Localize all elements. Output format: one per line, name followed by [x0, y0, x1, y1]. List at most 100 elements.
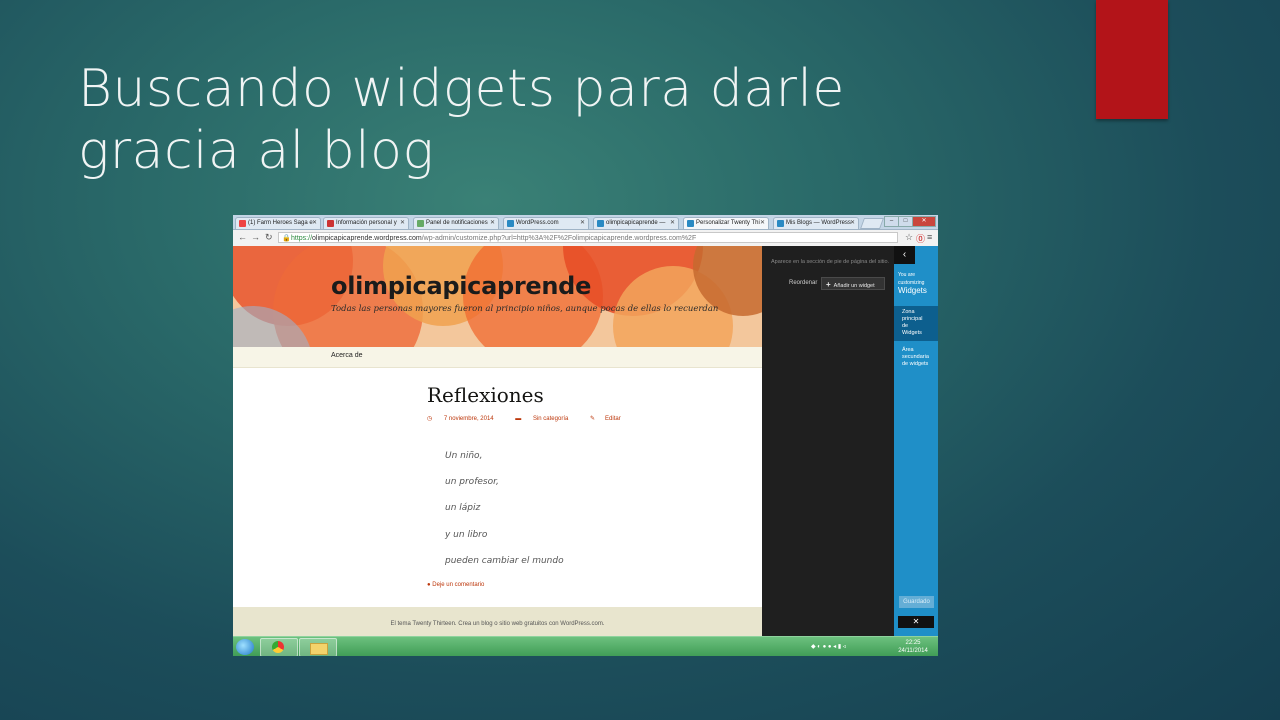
tab-informacion[interactable]: Información personal y ✕ — [323, 217, 409, 229]
customizing-header: You are customizing Widgets — [898, 271, 927, 295]
widget-area-description: Aparece en la sección de pie de página d… — [771, 259, 890, 265]
browser-screenshot: (1) Farm Heroes Saga e ✕ Información pers… — [233, 215, 938, 656]
post-date-text: 7 noviembre, 2014 — [443, 416, 494, 422]
back-arrow-icon[interactable]: ← — [238, 232, 247, 242]
post-edit-link[interactable]: ✎ Editar — [590, 416, 631, 422]
chrome-taskbar-icon[interactable] — [260, 638, 298, 656]
post-category[interactable]: ▬ Sin categoría — [515, 416, 578, 422]
post-title[interactable]: Reflexiones — [427, 383, 544, 407]
wordpress-icon — [507, 220, 514, 227]
tray-icons[interactable]: ◆ ◐ ● ● ◂ ▮ ◃ — [811, 644, 846, 650]
reorder-link[interactable]: Reordenar — [789, 280, 817, 286]
post-edit-text: Editar — [605, 416, 621, 422]
saved-button[interactable]: Guardado — [899, 596, 934, 608]
section-title: Widgets — [898, 286, 927, 295]
zone-primary-label: Zona principal de Widgets — [902, 309, 923, 336]
close-window-button[interactable]: ✕ — [912, 216, 936, 227]
tab-olimpica[interactable]: olimpicapicaprende — ✕ — [593, 217, 679, 229]
tab-panel-notificaciones[interactable]: Panel de notificaciones ✕ — [413, 217, 499, 229]
comment-link-text: Deje un comentario — [432, 582, 485, 588]
tab-label: WordPress.com — [516, 220, 559, 226]
url-path: /wp-admin/customize.php?url=http%3A%2F%2… — [421, 235, 697, 242]
close-tab-icon[interactable]: ✕ — [670, 218, 675, 229]
footer-text: El tema Twenty Thirteen. Crea un blog o … — [390, 621, 605, 627]
close-tab-icon[interactable]: ✕ — [850, 218, 855, 229]
tab-label: (1) Farm Heroes Saga e — [248, 220, 313, 226]
close-tab-icon[interactable]: ✕ — [490, 218, 495, 229]
verse-line: Un niño, — [445, 451, 483, 461]
windows-taskbar: ◆ ◐ ● ● ◂ ▮ ◃ 22:25 24/11/2014 — [233, 636, 938, 656]
lock-icon: 🔒 — [282, 235, 291, 242]
tab-label: olimpicapicaprende — — [606, 220, 666, 226]
address-bar: ← → ↻ 🔒 https://olimpicapicaprende.wordp… — [233, 230, 938, 247]
close-tab-icon[interactable]: ✕ — [400, 218, 405, 229]
url-scheme: https:// — [291, 235, 313, 242]
header-image: olimpicapicaprende Todas las personas ma… — [233, 246, 762, 347]
explorer-taskbar-icon[interactable] — [299, 638, 337, 656]
close-tab-icon[interactable]: ✕ — [580, 218, 585, 229]
tab-bar: (1) Farm Heroes Saga e ✕ Información pers… — [233, 215, 938, 230]
close-tab-icon[interactable]: ✕ — [312, 218, 317, 229]
tab-wordpress[interactable]: WordPress.com ✕ — [503, 217, 589, 229]
site-nav: Acerca de — [233, 347, 762, 368]
you-are-label: You are — [898, 272, 916, 278]
minimize-button[interactable]: – — [884, 216, 899, 227]
tab-label: Información personal y — [336, 220, 397, 226]
reload-icon[interactable]: ↻ — [265, 232, 273, 243]
tab-favicon-icon — [417, 220, 424, 227]
tab-favicon-icon — [239, 220, 246, 227]
post-date[interactable]: ◷ 7 noviembre, 2014 — [427, 416, 504, 422]
folder-icon: ▬ — [515, 416, 522, 422]
forward-arrow-icon[interactable]: → — [251, 232, 260, 242]
close-customizer-button[interactable]: ✕ — [898, 616, 934, 628]
tab-label: Panel de notificaciones — [426, 220, 488, 226]
zone-primary-widgets[interactable]: Zona principal de Widgets — [894, 306, 938, 341]
comment-link[interactable]: ● Deje un comentario — [427, 582, 484, 588]
start-button[interactable] — [236, 639, 254, 655]
area-secondary-widgets[interactable]: Área secundaria de widgets — [902, 347, 932, 368]
site-title[interactable]: olimpicapicaprende — [331, 272, 591, 300]
speech-bubble-icon: ● — [427, 582, 431, 588]
tab-farm-heroes[interactable]: (1) Farm Heroes Saga e ✕ — [235, 217, 321, 229]
verse-line: un profesor, — [445, 477, 499, 487]
new-tab-button[interactable] — [859, 218, 885, 229]
nav-item-acerca-de[interactable]: Acerca de — [331, 352, 363, 359]
wordpress-icon — [687, 220, 694, 227]
url-host: olimpicapicaprende.wordpress.com — [312, 235, 422, 242]
url-field[interactable]: 🔒 https://olimpicapicaprende.wordpress.c… — [278, 232, 898, 243]
tab-label: Mis Blogs — WordPress — [786, 220, 851, 226]
wordpress-icon — [777, 220, 784, 227]
slide-title: Buscando widgets para darle gracia al bl… — [78, 59, 845, 181]
tab-mis-blogs[interactable]: Mis Blogs — WordPress ✕ — [773, 217, 859, 229]
system-tray: ◆ ◐ ● ● ◂ ▮ ◃ — [811, 643, 846, 650]
clock-date: 24/11/2014 — [898, 648, 928, 654]
wordpress-icon — [597, 220, 604, 227]
widget-area-panel: Aparece en la sección de pie de página d… — [762, 246, 894, 636]
menu-icon[interactable]: ≡ — [927, 232, 932, 242]
verse-line: pueden cambiar el mundo — [445, 556, 564, 566]
accent-bar — [1096, 0, 1168, 119]
site-footer: El tema Twenty Thirteen. Crea un blog o … — [233, 607, 762, 636]
taskbar-clock[interactable]: 22:25 24/11/2014 — [893, 639, 933, 655]
verse-line: y un libro — [445, 530, 488, 540]
add-widget-label: Añadir un widget — [833, 283, 875, 289]
bookmark-star-icon[interactable]: ☆ — [905, 232, 913, 243]
plus-icon: + — [826, 280, 831, 289]
post-meta: ◷ 7 noviembre, 2014 ▬ Sin categoría ✎ Edi… — [427, 415, 641, 422]
pencil-icon: ✎ — [590, 416, 596, 422]
add-widget-button[interactable]: + Añadir un widget — [821, 277, 885, 290]
clock-time: 22:25 — [905, 640, 921, 646]
post-category-text: Sin categoría — [532, 416, 569, 422]
maximize-button[interactable]: □ — [898, 216, 913, 227]
tab-favicon-icon — [327, 220, 334, 227]
back-chevron-icon[interactable]: ‹ — [894, 246, 915, 264]
verse-line: un lápiz — [445, 503, 481, 513]
tab-personalizar[interactable]: Personalizar Twenty Thi ✕ — [683, 217, 769, 229]
site-preview: olimpicapicaprende Todas las personas ma… — [233, 246, 762, 636]
customizer-panel: ‹ You are customizing Widgets Zona princ… — [894, 246, 938, 636]
close-tab-icon[interactable]: ✕ — [760, 218, 765, 229]
opera-icon[interactable]: ⓪ — [916, 232, 925, 245]
tab-label: Personalizar Twenty Thi — [696, 220, 760, 226]
site-description: Todas las personas mayores fueron al pri… — [331, 304, 719, 314]
clock-icon: ◷ — [427, 416, 433, 422]
